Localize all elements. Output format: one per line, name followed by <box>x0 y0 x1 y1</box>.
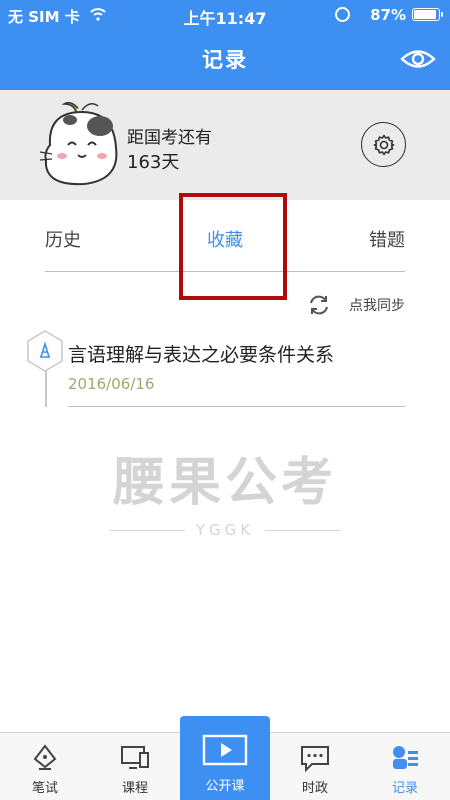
tab-bar-records[interactable]: 记录 <box>360 733 450 800</box>
page-title: 记录 <box>202 48 248 72</box>
profile-header: 距国考还有 163天 <box>0 90 450 200</box>
refresh-icon <box>310 295 328 315</box>
tab-bar-label: 公开课 <box>205 779 245 794</box>
record-title[interactable]: 言语理解与表达之必要条件关系 <box>68 340 334 367</box>
status-bar: 无 SIM 卡 上午11:47 87% <box>0 0 450 30</box>
item-badge-icon <box>27 330 63 372</box>
gear-icon <box>373 134 394 155</box>
divider <box>110 530 185 531</box>
tab-bar-current-affairs[interactable]: 时政 <box>270 733 360 800</box>
record-date: 2016/06/16 <box>68 375 155 393</box>
tab-bar-open-class[interactable]: 公开课 <box>180 716 270 800</box>
divider <box>68 406 405 407</box>
battery-icon <box>412 8 443 21</box>
tab-mistakes[interactable]: 错题 <box>369 226 405 252</box>
settings-button[interactable] <box>361 122 406 167</box>
play-icon <box>202 734 248 766</box>
countdown-days: 163天 <box>127 152 180 173</box>
brand-watermark: 腰果公考 YGGK <box>0 440 450 539</box>
tab-bar-label: 时政 <box>301 781 328 796</box>
highlight-annotation-box <box>179 193 287 300</box>
divider <box>265 530 340 531</box>
tab-bar-label: 笔试 <box>31 781 58 796</box>
tab-bar-written-exam[interactable]: 笔试 <box>0 733 90 800</box>
sync-button[interactable]: 点我同步 <box>307 290 405 320</box>
countdown-label: 距国考还有 <box>127 128 212 148</box>
tab-bar-label: 记录 <box>391 781 418 796</box>
top-bar: 无 SIM 卡 上午11:47 87% 记录 <box>0 0 450 90</box>
record-icon <box>393 746 418 769</box>
watermark-logo: 腰果公考 <box>112 453 337 513</box>
battery-percent: 87% <box>370 6 406 24</box>
tab-history[interactable]: 历史 <box>45 226 81 252</box>
tab-bar-label: 课程 <box>121 781 148 796</box>
avatar[interactable] <box>30 100 130 195</box>
pen-icon <box>33 744 57 770</box>
monitor-icon <box>121 746 149 769</box>
eye-icon[interactable] <box>400 44 436 74</box>
tab-bar-courses[interactable]: 课程 <box>90 733 180 800</box>
watermark-subtitle: YGGK <box>195 521 255 539</box>
sync-label: 点我同步 <box>349 298 405 314</box>
rotation-lock-icon <box>335 7 350 22</box>
chat-icon <box>301 746 329 773</box>
